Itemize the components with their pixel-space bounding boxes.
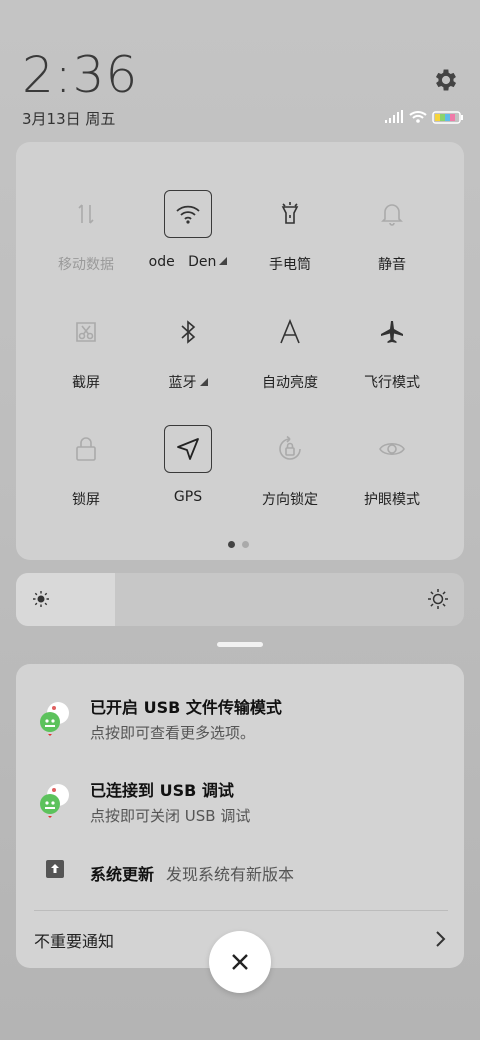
mobile-data-icon [62,190,110,238]
tile-lock-screen[interactable]: 锁屏 [30,425,142,525]
tile-bluetooth[interactable]: 蓝牙 [132,308,244,408]
notification-list: 已开启 USB 文件传输模式 点按即可查看更多选项。 已连接到 USB 调试 点… [16,664,464,968]
tile-rotation-lock[interactable]: 方向锁定 [234,425,346,525]
bell-icon [368,190,416,238]
gps-icon [164,425,212,473]
lock-icon [62,425,110,473]
close-icon [232,954,248,970]
notification-subtitle: 点按即可关闭 USB 调试 [90,807,251,825]
page-indicator [228,533,256,552]
flashlight-icon [266,190,314,238]
brightness-low-icon [33,591,49,607]
wifi-icon [164,190,212,238]
notification-title: 系统更新 [90,865,155,884]
divider [34,910,448,911]
tile-gps[interactable]: GPS [132,425,244,525]
android-debug-icon [40,784,69,818]
battery-icon [432,111,463,124]
tile-label: 方向锁定 [262,492,318,508]
expand-arrow-icon[interactable] [199,378,208,386]
screenshot-icon [62,308,110,356]
drag-handle[interactable] [217,642,263,647]
date: 3月13日 周五 [22,110,116,128]
tile-label: 手电筒 [269,257,311,273]
notification-subtitle: 发现系统有新版本 [166,865,295,884]
tile-label: 锁屏 [72,492,100,508]
quick-settings-panel: 移动数据 ode Den 手电筒 静音 截屏 蓝牙 自动亮度 飞行模式 锁屏 G… [16,142,464,560]
notification-usb-transfer[interactable]: 已开启 USB 文件传输模式 点按即可查看更多选项。 [16,664,464,746]
notification-title: 已开启 USB 文件传输模式 [90,698,282,717]
unimportant-notifications-link[interactable]: 不重要通知 [34,928,114,952]
tile-wifi[interactable]: ode Den [132,190,244,290]
clock: 2:36 [22,46,139,104]
signal-icon [385,110,403,123]
tile-screenshot[interactable]: 截屏 [30,308,142,408]
notification-system-update[interactable]: 系统更新 发现系统有新版本 [16,844,464,894]
tile-mute[interactable]: 静音 [336,190,448,290]
tile-label: GPS [173,489,203,505]
page-dot [242,541,249,548]
expand-arrow-icon[interactable] [219,257,228,265]
notification-subtitle: 点按即可查看更多选项。 [90,724,256,742]
notification-usb-debug[interactable]: 已连接到 USB 调试 点按即可关闭 USB 调试 [16,754,464,836]
tile-label: 蓝牙 [168,375,197,391]
bluetooth-icon [164,308,212,356]
status-icons [385,110,463,124]
brightness-slider[interactable] [16,573,464,626]
system-update-icon [46,860,64,878]
tile-label: 移动数据 [58,257,114,273]
tile-flashlight[interactable]: 手电筒 [234,190,346,290]
tile-auto-brightness[interactable]: 自动亮度 [234,308,346,408]
tile-mobile-data[interactable]: 移动数据 [30,190,142,290]
clear-all-button[interactable] [209,931,271,993]
tile-label: 静音 [378,257,406,273]
tile-label: 自动亮度 [262,375,318,391]
auto-brightness-icon [266,308,314,356]
tile-label: ode Den [148,254,217,270]
rotation-lock-icon [266,425,314,473]
wifi-status-icon [409,111,427,119]
eye-icon [368,425,416,473]
tile-airplane-mode[interactable]: 飞行模式 [336,308,448,408]
tile-label: 截屏 [72,375,100,391]
page-dot-active [228,541,235,548]
tile-eye-comfort[interactable]: 护眼模式 [336,425,448,525]
brightness-high-icon [428,589,448,609]
chevron-right-icon[interactable] [434,930,446,948]
tile-label: 飞行模式 [364,375,420,391]
notification-title: 已连接到 USB 调试 [90,781,234,800]
android-debug-icon [40,702,69,736]
settings-gear-icon[interactable] [432,66,460,94]
brightness-fill [16,573,115,626]
airplane-icon [368,308,416,356]
tile-label: 护眼模式 [364,492,420,508]
